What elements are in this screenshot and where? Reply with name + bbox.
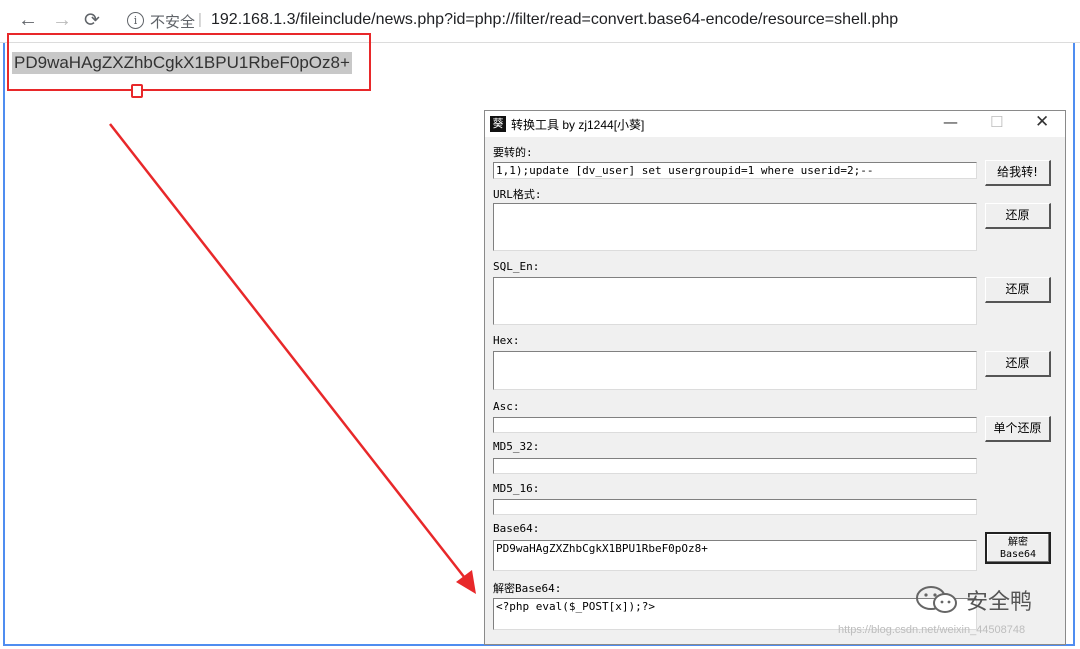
- input-label: 要转的:: [493, 146, 533, 159]
- md5-16-label: MD5_16:: [493, 482, 540, 495]
- restore-hex-button[interactable]: 还原: [985, 351, 1051, 377]
- converter-window: 葵 转换工具 by zj1244[小葵] — ☐ ✕ 要转的: 1,1);upd…: [484, 110, 1066, 645]
- watermark-name: 安全鸭: [966, 590, 1033, 615]
- asc-label: Asc:: [493, 400, 520, 413]
- close-icon[interactable]: ✕: [1035, 112, 1049, 132]
- sql-en-label: SQL_En:: [493, 260, 540, 273]
- wechat-icon: [916, 586, 957, 613]
- hex-label: Hex:: [493, 334, 520, 347]
- window-title: 转换工具 by zj1244[小葵]: [511, 118, 645, 132]
- input-field[interactable]: 1,1);update [dv_user] set usergroupid=1 …: [493, 162, 977, 179]
- asc-field[interactable]: [493, 417, 977, 433]
- url-format-field[interactable]: [493, 203, 977, 251]
- watermark-url: https://blog.csdn.net/weixin_44508748: [838, 624, 1026, 636]
- restore-single-button[interactable]: 单个还原: [985, 416, 1051, 442]
- md5-32-field[interactable]: [493, 458, 977, 474]
- window-titlebar: 葵 转换工具 by zj1244[小葵] — ☐ ✕: [485, 111, 1065, 137]
- decode-button-line2: Base64: [999, 549, 1037, 560]
- decoded-base64-label: 解密Base64:: [493, 582, 562, 595]
- base64-label: Base64:: [493, 522, 540, 535]
- minimize-icon[interactable]: —: [943, 113, 958, 131]
- maximize-icon[interactable]: ☐: [990, 113, 1003, 131]
- hex-field[interactable]: [493, 351, 977, 390]
- base64-field[interactable]: PD9waHAgZXZhbCgkX1BPU1RbeF0pOz8+: [493, 540, 977, 571]
- md5-16-field[interactable]: [493, 499, 977, 515]
- restore-sql-button[interactable]: 还原: [985, 277, 1051, 303]
- decode-base64-button[interactable]: 解密 Base64: [985, 532, 1051, 564]
- decode-button-line1: 解密: [1008, 537, 1028, 548]
- sql-en-field[interactable]: [493, 277, 977, 325]
- md5-32-label: MD5_32:: [493, 440, 540, 453]
- restore-url-button[interactable]: 还原: [985, 203, 1051, 229]
- app-icon: 葵: [490, 116, 506, 132]
- convert-button[interactable]: 给我转!: [985, 160, 1051, 186]
- url-format-label: URL格式:: [493, 188, 542, 201]
